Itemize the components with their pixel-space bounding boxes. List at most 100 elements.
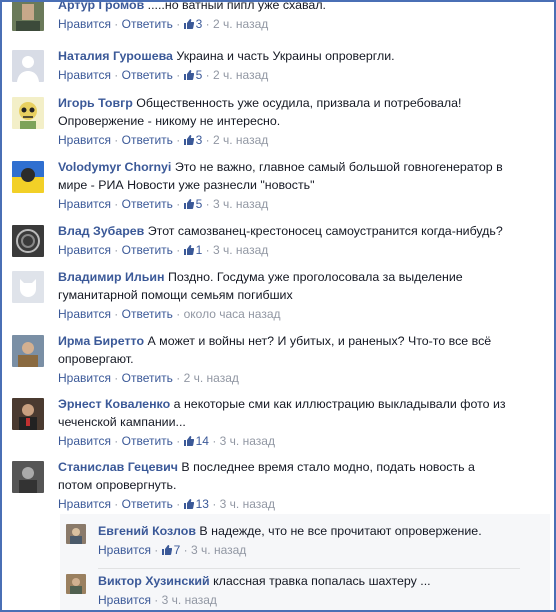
avatar[interactable] (66, 574, 86, 594)
like-link[interactable]: Нравится (58, 371, 111, 385)
comment-text-continued: потом опровергнуть. (58, 478, 177, 492)
comment-text: А может и войны нет? И убитых, и раненых… (147, 334, 492, 348)
comments-panel: Артур Громов .....но ватный пипл уже сха… (0, 0, 556, 612)
comment-author[interactable]: Эрнест Коваленко (58, 397, 170, 411)
reply-link[interactable]: Ответить (122, 17, 173, 31)
reply-link[interactable]: Ответить (122, 434, 173, 448)
comment: Влад Зубарев Этот самозванец-крестоносец… (12, 222, 546, 262)
comment: Volodymyr Chornyi Это не важно, главное … (12, 158, 546, 214)
timestamp[interactable]: 3 ч. назад (213, 197, 268, 211)
comment-text-continued: Опровержение - никому не интересно. (58, 114, 281, 128)
like-link[interactable]: Нравится (58, 434, 111, 448)
timestamp[interactable]: около часа назад (184, 307, 281, 321)
reply-author[interactable]: Виктор Хузинский (98, 574, 210, 588)
reply-link[interactable]: Ответить (122, 68, 173, 82)
comment: Эрнест Коваленко а некоторые сми как илл… (12, 395, 546, 451)
like-link[interactable]: Нравится (58, 307, 111, 321)
thumbs-up-icon (183, 499, 194, 509)
avatar[interactable] (12, 97, 44, 129)
comment: Ирма Биретто А может и войны нет? И убит… (12, 332, 546, 388)
avatar[interactable] (12, 225, 44, 257)
like-count[interactable]: 3 (183, 133, 202, 147)
avatar[interactable] (66, 524, 86, 544)
avatar[interactable] (12, 398, 44, 430)
comment: Владимир Ильин Поздно. Госдума уже прого… (12, 268, 546, 324)
comment: Игорь Товгр Общественность уже осудила, … (12, 94, 546, 150)
timestamp[interactable]: 2 ч. назад (213, 68, 268, 82)
comment-text: В последнее время стало модно, подать но… (181, 460, 475, 474)
comment: Артур Громов .....но ватный пипл уже сха… (12, 0, 546, 36)
reply-divider (98, 568, 520, 569)
like-link[interactable]: Нравится (58, 497, 111, 511)
like-link[interactable]: Нравится (98, 543, 151, 557)
timestamp[interactable]: 2 ч. назад (213, 133, 268, 147)
comment-text: Это не важно, главное самый большой говн… (174, 160, 503, 174)
reply-author[interactable]: Евгений Козлов (98, 524, 196, 538)
reply: Евгений Козлов В надежде, что не все про… (66, 522, 544, 564)
comment-text: Украина и часть Украины опровергли. (176, 49, 395, 63)
like-link[interactable]: Нравится (58, 197, 111, 211)
like-count[interactable]: 3 (183, 17, 202, 31)
reply: Виктор Хузинский классная травка попалас… (66, 572, 544, 610)
like-link[interactable]: Нравится (58, 68, 111, 82)
reply-link[interactable]: Ответить (122, 133, 173, 147)
like-count[interactable]: 1 (183, 243, 202, 257)
timestamp[interactable]: 3 ч. назад (213, 243, 268, 257)
like-link[interactable]: Нравится (58, 17, 111, 31)
thumbs-up-icon (183, 245, 194, 255)
thumbs-up-icon (183, 70, 194, 80)
comment-author[interactable]: Ирма Биретто (58, 334, 144, 348)
reply-link[interactable]: Ответить (122, 307, 173, 321)
reply-link[interactable]: Ответить (122, 371, 173, 385)
comment: Станислав Гецевич В последнее время стал… (12, 458, 546, 514)
comment-text-continued: мире - РИА Новости уже разнесли "новость… (58, 178, 315, 192)
timestamp[interactable]: 3 ч. назад (220, 497, 275, 511)
default-avatar-icon[interactable] (12, 50, 44, 82)
like-count[interactable]: 13 (183, 497, 209, 511)
comment-text-continued: опровергают. (58, 352, 134, 366)
avatar[interactable] (12, 335, 44, 367)
like-count[interactable]: 5 (183, 68, 202, 82)
timestamp[interactable]: 3 ч. назад (162, 593, 217, 607)
comment-author[interactable]: Владимир Ильин (58, 270, 164, 284)
like-link[interactable]: Нравится (58, 243, 111, 257)
avatar[interactable] (12, 461, 44, 493)
timestamp[interactable]: 3 ч. назад (220, 434, 275, 448)
reply-link[interactable]: Ответить (122, 197, 173, 211)
comment-text-continued: чеченской кампании... (58, 415, 186, 429)
thumbs-up-icon (161, 545, 172, 555)
comment-text: Поздно. Госдума уже проголосовала за выд… (167, 270, 463, 284)
thumbs-up-icon (183, 436, 194, 446)
comment-text: Этот самозванец-крестоносец самоустранит… (147, 224, 503, 238)
thumbs-up-icon (183, 19, 194, 29)
comment-author[interactable]: Наталия Гурошева (58, 49, 173, 63)
comment-author[interactable]: Станислав Гецевич (58, 460, 178, 474)
like-link[interactable]: Нравится (98, 593, 151, 607)
comment-text-continued: гуманитарной помощи семьям погибших (58, 288, 293, 302)
like-count[interactable]: 14 (183, 434, 209, 448)
thumbs-up-icon (183, 135, 194, 145)
like-count[interactable]: 7 (161, 543, 180, 557)
timestamp[interactable]: 3 ч. назад (191, 543, 246, 557)
timestamp[interactable]: 2 ч. назад (213, 17, 268, 31)
thumbs-up-icon (183, 199, 194, 209)
comment-author[interactable]: Влад Зубарев (58, 224, 144, 238)
reply-text: В надежде, что не все прочитают опроверж… (199, 524, 482, 538)
comment: Наталия Гурошева Украина и часть Украины… (12, 47, 546, 87)
comment-text: а некоторые сми как иллюстрацию выкладыв… (173, 397, 506, 411)
like-count[interactable]: 5 (183, 197, 202, 211)
reply-text: классная травка попалась шахтеру ... (213, 574, 431, 588)
avatar[interactable] (12, 271, 44, 303)
comment-text: Общественность уже осудила, призвала и п… (136, 96, 462, 110)
like-link[interactable]: Нравится (58, 133, 111, 147)
comment-author[interactable]: Артур Громов (58, 2, 144, 12)
comment-text: .....но ватный пипл уже схавал. (147, 0, 326, 12)
reply-link[interactable]: Ответить (122, 243, 173, 257)
avatar[interactable] (12, 161, 44, 193)
comment-author[interactable]: Игорь Товгр (58, 96, 133, 110)
avatar[interactable] (12, 2, 44, 31)
reply-link[interactable]: Ответить (122, 497, 173, 511)
comment-author[interactable]: Volodymyr Chornyi (58, 160, 171, 174)
replies-thread: Евгений Козлов В надежде, что не все про… (60, 514, 550, 610)
timestamp[interactable]: 2 ч. назад (184, 371, 239, 385)
